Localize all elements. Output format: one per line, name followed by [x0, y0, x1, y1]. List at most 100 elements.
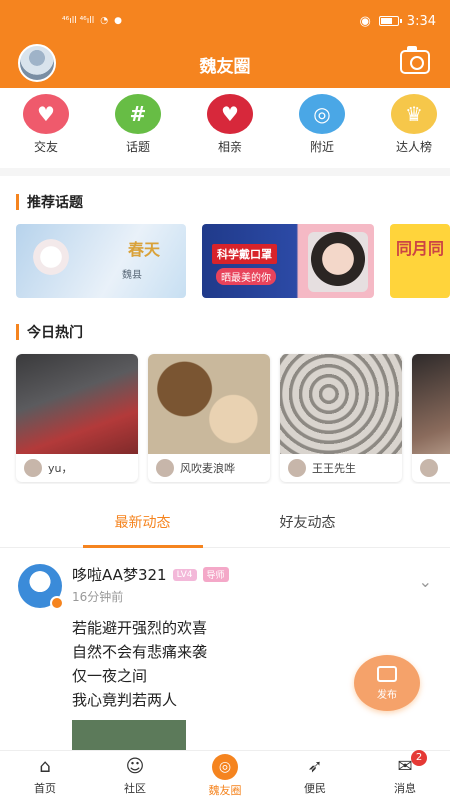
avatar [288, 459, 306, 477]
category-label: 附近 [309, 140, 334, 154]
hot-card[interactable]: yu， [16, 354, 138, 482]
hot-image [16, 354, 138, 454]
topic-subtext: 晒最美的你 [216, 268, 276, 285]
username[interactable]: 哆啦AA梦321 [72, 564, 167, 585]
nav-messages[interactable]: ✉ 2 消息 [375, 749, 435, 796]
nav-label: 便民 [304, 781, 326, 795]
avatar[interactable] [18, 564, 64, 610]
topics-title: 推荐话题 [27, 195, 83, 211]
hot-card[interactable]: 风吹麦浪哗 [148, 354, 270, 482]
topic-card[interactable]: 同月同 [390, 224, 450, 298]
section-divider [0, 168, 450, 176]
hot-meta: 王王先生 [280, 454, 402, 482]
image-icon [377, 665, 397, 682]
avatar [420, 459, 438, 477]
signal-icon: ⁴⁶ıll ⁴⁶ıll [62, 16, 95, 26]
hot-author: yu， [48, 462, 73, 475]
status-bar: ⁴⁶ıll ⁴⁶ıll ◔ ● ◉ 3:34 [0, 0, 450, 42]
level-badge: LV4 [172, 568, 197, 581]
topic-subtext: 魏县 [122, 270, 142, 281]
verified-icon [50, 596, 64, 610]
category-label: 达人榜 [395, 140, 432, 154]
nav-circle[interactable]: ◎ 魏友圈 [195, 753, 255, 798]
hot-meta: 风吹麦浪哗 [148, 454, 270, 482]
topic-text: 春天 [127, 240, 160, 259]
hot-image [280, 354, 402, 454]
category-label: 话题 [125, 140, 150, 154]
nav-label: 社区 [124, 781, 146, 795]
chevron-down-icon[interactable]: ⌄ [419, 572, 432, 591]
chat-icon: ● [114, 16, 123, 26]
hot-meta [412, 454, 450, 482]
battery-icon [378, 16, 402, 26]
avatar [156, 459, 174, 477]
community-icon: ☺ [125, 756, 145, 777]
nav-label: 首页 [34, 781, 56, 795]
topic-photo [308, 232, 368, 292]
category-leaderboard[interactable]: ♛ 达人榜 [386, 94, 442, 166]
post-line: 若能避开强烈的欢喜 [72, 619, 208, 637]
top-bar: ⁴⁶ıll ⁴⁶ıll ◔ ● ◉ 3:34 魏友圈 [0, 0, 450, 88]
category-topics[interactable]: # 话题 [110, 94, 166, 166]
signal-indicators: ⁴⁶ıll ⁴⁶ıll ◔ ● [62, 16, 122, 26]
app-root: ⁴⁶ıll ⁴⁶ıll ◔ ● ◉ 3:34 魏友圈 ♥ 交友 # 话题 ♥ 相… [0, 0, 450, 800]
category-row: ♥ 交友 # 话题 ♥ 相亲 ◎ 附近 ♛ 达人榜 [0, 88, 450, 166]
camera-icon[interactable] [400, 46, 430, 74]
location-icon: ◎ [299, 94, 345, 134]
feed-tabs: 最新动态 好友动态 [0, 498, 450, 548]
clock: 3:34 [406, 13, 436, 29]
topic-card[interactable]: 科学戴口罩 晒最美的你 [202, 224, 374, 298]
bottom-nav: ⌂ 首页 ☺ 社区 ◎ 魏友圈 ➶ 便民 ✉ 2 消息 [0, 749, 450, 800]
heart-icon: ♥ [207, 94, 253, 134]
name-row: 哆啦AA梦321 LV4 导师 [72, 564, 229, 585]
rocket-icon: ➶ [307, 756, 323, 777]
status-right: ◉ 3:34 [359, 14, 436, 29]
publish-button[interactable]: 发布 [354, 655, 420, 711]
hot-header: 今日热门 [0, 306, 450, 346]
post-time: 16分钟前 [72, 590, 124, 604]
hot-title: 今日热门 [27, 325, 83, 341]
nav-home[interactable]: ⌂ 首页 [15, 756, 75, 796]
topic-text: 科学戴口罩 [212, 244, 277, 264]
topic-card[interactable]: 春天 魏县 [16, 224, 186, 298]
home-icon: ⌂ [39, 756, 51, 777]
nav-label: 魏友圈 [208, 783, 242, 797]
topics-header: 推荐话题 [0, 176, 450, 216]
hashtag-icon: # [115, 94, 161, 134]
avatar [24, 459, 42, 477]
category-nearby[interactable]: ◎ 附近 [294, 94, 350, 166]
hot-image [148, 354, 270, 454]
heart-icon: ♥ [23, 94, 69, 134]
category-label: 交友 [33, 140, 58, 154]
category-matchmaking[interactable]: ♥ 相亲 [202, 94, 258, 166]
tab-friends[interactable]: 好友动态 [280, 498, 336, 548]
wifi-icon: ◔ [100, 16, 109, 26]
topics-carousel: 春天 魏县 科学戴口罩 晒最美的你 同月同 [0, 216, 450, 306]
role-badge: 导师 [202, 567, 229, 582]
notification-badge: 2 [411, 749, 427, 766]
hot-card[interactable]: 王王先生 [280, 354, 402, 482]
tab-latest[interactable]: 最新动态 [82, 498, 203, 548]
post-header: 哆啦AA梦321 LV4 导师 16分钟前 [18, 564, 432, 610]
nav-community[interactable]: ☺ 社区 [105, 756, 165, 796]
category-label: 相亲 [217, 140, 242, 154]
hot-meta: yu， [16, 454, 138, 482]
topic-text: 同月同 [396, 239, 445, 258]
hot-carousel: yu， 风吹麦浪哗 王王先生 [0, 346, 450, 484]
hot-author: 风吹麦浪哗 [180, 462, 235, 475]
post-user-info: 哆啦AA梦321 LV4 导师 16分钟前 [72, 564, 229, 608]
circle-icon: ◎ [212, 753, 238, 780]
hot-card[interactable] [412, 354, 450, 482]
eye-icon: ◉ [359, 13, 371, 29]
page-title: 魏友圈 [199, 57, 251, 77]
crown-icon: ♛ [391, 94, 437, 134]
hot-image [412, 354, 450, 454]
blossom-image [26, 232, 76, 282]
publish-label: 发布 [377, 689, 397, 701]
category-dating[interactable]: ♥ 交友 [18, 94, 74, 166]
section-accent-bar [16, 324, 19, 340]
nav-services[interactable]: ➶ 便民 [285, 756, 345, 796]
hot-author: 王王先生 [312, 462, 356, 475]
nav-label: 消息 [394, 781, 416, 795]
section-accent-bar [16, 194, 19, 210]
